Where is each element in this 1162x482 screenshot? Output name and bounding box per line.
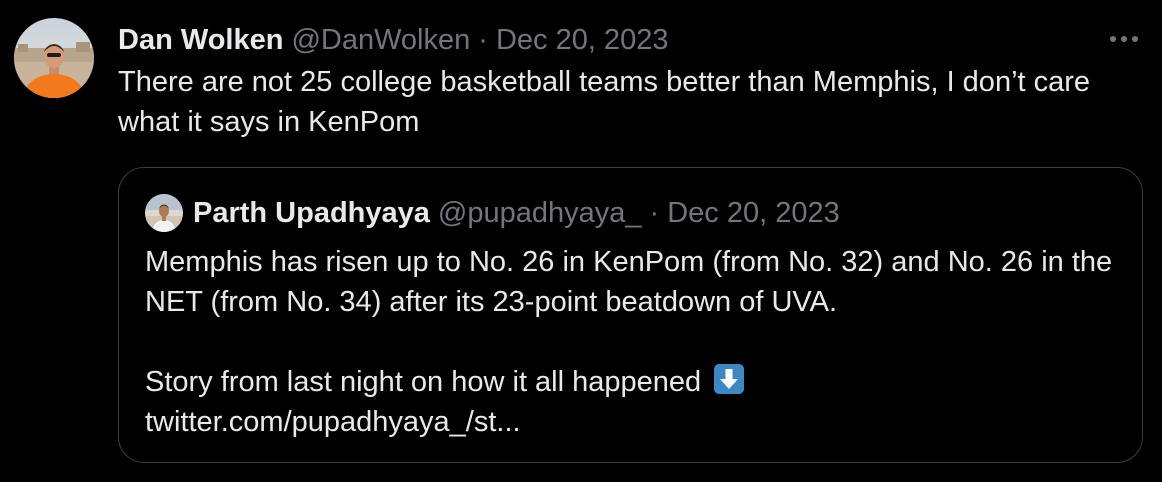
quoted-paragraph-2-text: Story from last night on how it all happ… xyxy=(145,366,702,398)
author-name[interactable]: Dan Wolken xyxy=(118,24,283,57)
quoted-author-name[interactable]: Parth Upadhyaya xyxy=(193,197,430,230)
quoted-author-avatar[interactable] xyxy=(145,194,183,232)
quoted-tweet-date[interactable]: Dec 20, 2023 xyxy=(667,197,840,230)
more-horizontal-icon[interactable] xyxy=(1104,22,1144,56)
quoted-tweet-text: Memphis has risen up to No. 26 in KenPom… xyxy=(145,242,1125,442)
quoted-paragraph-1: Memphis has risen up to No. 26 in KenPom… xyxy=(145,246,1113,318)
quoted-paragraph-2: Story from last night on how it all happ… xyxy=(145,362,1125,402)
tweet-header: Dan Wolken @DanWolken · Dec 20, 2023 xyxy=(118,20,668,60)
quoted-separator-dot: · xyxy=(649,196,660,229)
quoted-link[interactable]: twitter.com/pupadhyaya_/st... xyxy=(145,402,1125,442)
author-handle[interactable]: @DanWolken xyxy=(291,24,470,57)
tweet-date[interactable]: Dec 20, 2023 xyxy=(496,24,669,57)
separator-dot: · xyxy=(478,23,488,56)
down-arrow-emoji-icon xyxy=(713,363,745,395)
quoted-author-handle[interactable]: @pupadhyaya_ xyxy=(438,197,642,230)
quoted-tweet-header: Parth Upadhyaya @pupadhyaya_ · Dec 20, 2… xyxy=(193,193,840,233)
quoted-tweet[interactable]: Parth Upadhyaya @pupadhyaya_ · Dec 20, 2… xyxy=(118,167,1143,463)
tweet-text: There are not 25 college basketball team… xyxy=(118,66,1091,138)
tweet[interactable]: Dan Wolken @DanWolken · Dec 20, 2023 The… xyxy=(0,0,1162,482)
author-avatar[interactable] xyxy=(14,18,94,98)
